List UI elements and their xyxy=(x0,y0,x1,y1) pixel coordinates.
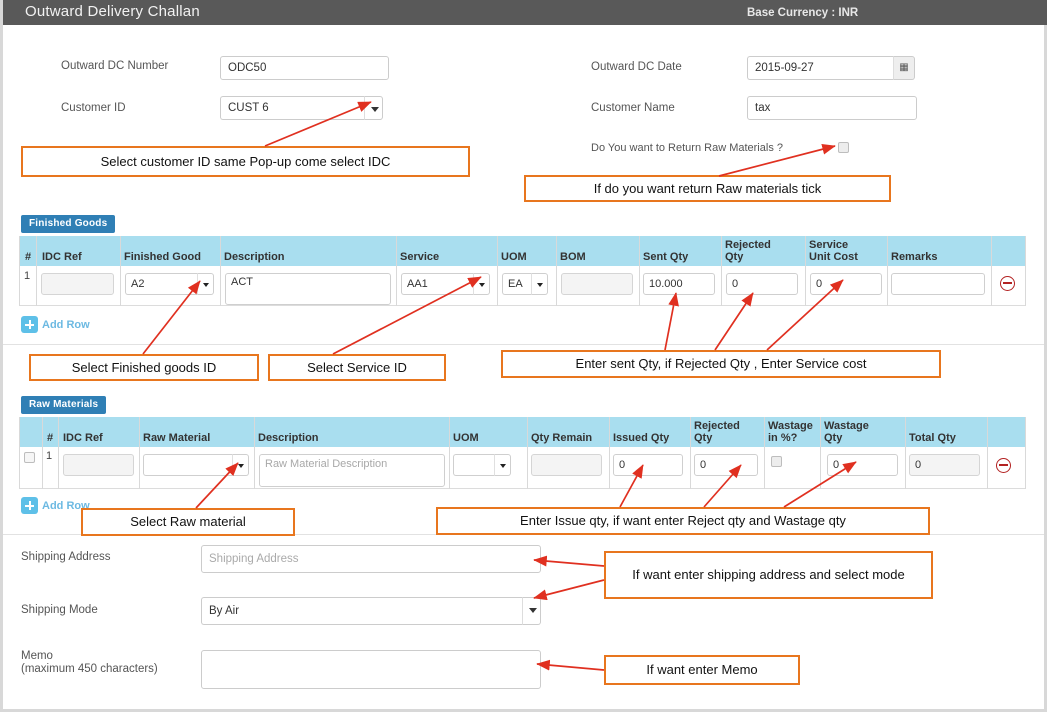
fg-sent-qty-input[interactable]: 10.000 xyxy=(643,273,715,295)
outward-dc-number-input[interactable]: ODC50 xyxy=(220,56,389,80)
rm-qty-remain-input[interactable] xyxy=(531,454,602,476)
memo-label: Memo xyxy=(21,650,53,662)
rm-raw-material-input[interactable] xyxy=(143,454,232,476)
rm-col-totalqty: Total Qty xyxy=(909,432,956,444)
return-raw-materials-checkbox[interactable] xyxy=(838,142,849,153)
rm-col-issued: Issued Qty xyxy=(613,432,670,444)
memo-sublabel: (maximum 450 characters) xyxy=(21,663,158,675)
finished-goods-badge: Finished Goods xyxy=(21,215,116,233)
shipping-mode-dropdown-arrow-icon[interactable] xyxy=(522,597,541,625)
fg-add-row-link[interactable]: Add Row xyxy=(42,319,90,331)
fg-row-number: 1 xyxy=(24,270,31,282)
annotation-callout-9: If want enter Memo xyxy=(604,655,800,685)
rm-row-number: 1 xyxy=(46,450,53,462)
fg-finished-good-input[interactable]: A2 xyxy=(125,273,197,295)
rm-wastage-percent-checkbox[interactable] xyxy=(771,456,782,467)
annotation-callout-8: If want enter shipping address and selec… xyxy=(604,551,933,599)
rm-issued-qty-input[interactable]: 0 xyxy=(613,454,683,476)
rm-idc-ref-input[interactable] xyxy=(63,454,134,476)
fg-col-bom: BOM xyxy=(560,251,586,263)
fg-finished-good-dropdown-arrow-icon[interactable] xyxy=(197,273,214,295)
rm-col-desc: Description xyxy=(258,432,319,444)
customer-id-dropdown-arrow-icon[interactable] xyxy=(364,96,383,120)
annotation-callout-5: Enter sent Qty, if Rejected Qty , Enter … xyxy=(501,350,941,378)
fg-col-remarks: Remarks xyxy=(891,251,938,263)
annotation-callout-3: Select Finished goods ID xyxy=(29,354,259,381)
customer-name-label: Customer Name xyxy=(591,102,675,114)
base-currency-label: Base Currency : INR xyxy=(747,7,859,19)
annotation-callout-7: Enter Issue qty, if want enter Reject qt… xyxy=(436,507,930,535)
fg-delete-row-icon[interactable] xyxy=(1000,276,1015,291)
fg-col-num: # xyxy=(25,251,32,263)
rm-col-idcref: IDC Ref xyxy=(63,432,103,444)
rm-col-wastageqty: Wastage Qty xyxy=(824,420,869,444)
rm-rejected-qty-input[interactable]: 0 xyxy=(694,454,758,476)
shipping-mode-input[interactable]: By Air xyxy=(201,597,522,625)
rm-uom-dropdown-arrow-icon[interactable] xyxy=(494,454,511,476)
customer-name-input[interactable]: tax xyxy=(747,96,917,120)
fg-bom-input[interactable] xyxy=(561,273,633,295)
fg-col-uom: UOM xyxy=(501,251,527,263)
rm-delete-row-icon[interactable] xyxy=(996,458,1011,473)
shipping-address-label: Shipping Address xyxy=(21,551,111,563)
rm-wastage-qty-input[interactable]: 0 xyxy=(827,454,898,476)
customer-id-label: Customer ID xyxy=(61,102,126,114)
memo-textarea[interactable] xyxy=(201,650,541,689)
fg-remarks-input[interactable] xyxy=(891,273,985,295)
fg-service-unit-cost-input[interactable]: 0 xyxy=(810,273,882,295)
fg-col-idcref: IDC Ref xyxy=(42,251,82,263)
shipping-address-input[interactable]: Shipping Address xyxy=(201,545,541,573)
annotation-callout-2: If do you want return Raw materials tick xyxy=(524,175,891,202)
fg-service-dropdown-arrow-icon[interactable] xyxy=(473,273,490,295)
annotation-callout-6: Select Raw material xyxy=(81,508,295,536)
fg-col-desc: Description xyxy=(224,251,285,263)
fg-uom-dropdown-arrow-icon[interactable] xyxy=(531,273,548,295)
outward-dc-number-label: Outward DC Number xyxy=(61,60,169,72)
shipping-mode-label: Shipping Mode xyxy=(21,604,98,616)
app-header-bar: Outward Delivery Challan Base Currency :… xyxy=(3,0,1047,25)
fg-col-service: Service xyxy=(400,251,440,263)
rm-row-select-checkbox[interactable] xyxy=(24,452,35,463)
fg-col-svccost: Service Unit Cost xyxy=(809,239,858,263)
rm-add-row-plus-icon[interactable] xyxy=(21,497,38,514)
raw-materials-badge: Raw Materials xyxy=(21,396,107,414)
rm-col-wastagepct: Wastage in %? xyxy=(768,420,813,444)
rm-raw-material-dropdown-arrow-icon[interactable] xyxy=(232,454,249,476)
customer-id-input[interactable]: CUST 6 xyxy=(220,96,364,120)
annotation-callout-1: Select customer ID same Pop-up come sele… xyxy=(21,146,470,177)
outward-dc-date-label: Outward DC Date xyxy=(591,61,682,73)
page-title: Outward Delivery Challan xyxy=(25,3,200,20)
rm-col-rawmat: Raw Material xyxy=(143,432,211,444)
page-root: Outward Delivery Challan Base Currency :… xyxy=(0,0,1047,712)
return-raw-materials-label: Do You want to Return Raw Materials ? xyxy=(591,142,783,154)
rm-uom-input[interactable] xyxy=(453,454,494,476)
annotation-callout-4: Select Service ID xyxy=(268,354,446,381)
fg-add-row-plus-icon[interactable] xyxy=(21,316,38,333)
outward-dc-date-input[interactable]: 2015-09-27 xyxy=(747,56,893,80)
fg-col-sentqty: Sent Qty xyxy=(643,251,689,263)
rm-col-uom: UOM xyxy=(453,432,479,444)
rm-total-qty-input[interactable]: 0 xyxy=(909,454,980,476)
fg-col-rejqty: Rejected Qty xyxy=(725,239,771,263)
fg-col-finished: Finished Good xyxy=(124,251,201,263)
calendar-icon[interactable]: ▦ xyxy=(893,56,915,80)
fg-uom-input[interactable]: EA xyxy=(502,273,531,295)
rm-col-qtyrem: Qty Remain xyxy=(531,432,593,444)
fg-service-input[interactable]: AA1 xyxy=(401,273,473,295)
rm-col-num: # xyxy=(47,432,54,444)
rm-description-input[interactable]: Raw Material Description xyxy=(259,454,445,487)
fg-description-input[interactable]: ACT xyxy=(225,273,391,305)
fg-idc-ref-input[interactable] xyxy=(41,273,114,295)
rm-col-rejqty: Rejected Qty xyxy=(694,420,740,444)
fg-rejected-qty-input[interactable]: 0 xyxy=(726,273,798,295)
